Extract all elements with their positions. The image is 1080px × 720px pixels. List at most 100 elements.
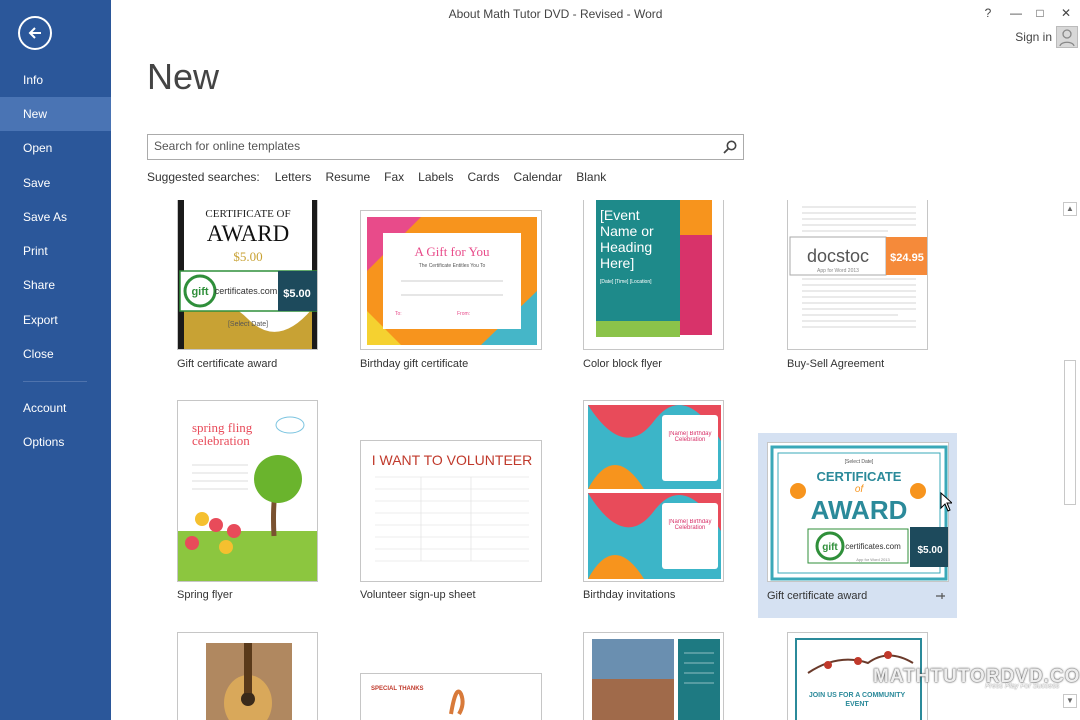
gallery-scrollbar[interactable]: ▲ ▼	[1063, 200, 1077, 720]
thumb-text-brand: docstoc	[807, 246, 869, 266]
thumb-text-badge: certificates.com	[845, 542, 901, 551]
template-label: Birthday invitations	[583, 589, 676, 601]
template-label: Volunteer sign-up sheet	[360, 589, 476, 601]
thumb-text-line3: AWARD	[811, 495, 908, 525]
search-input[interactable]	[154, 139, 714, 153]
thumb-text-heading: [Event Name or Heading Here]	[600, 207, 654, 271]
word-backstage: Info New Open Save Save As Print Share E…	[0, 0, 1080, 720]
template-tile[interactable]: SPECIAL THANKS	[360, 673, 544, 720]
suggestion-labels[interactable]: Labels	[418, 170, 453, 184]
thumb-text-logo: gift	[822, 542, 838, 553]
sidebar-item-info[interactable]: Info	[0, 63, 111, 97]
volunteer-sheet-thumbnail-art: I WANT TO VOLUNTEER	[372, 452, 533, 562]
scroll-up-button[interactable]: ▲	[1063, 202, 1077, 216]
sidebar-item-share[interactable]: Share	[0, 268, 111, 302]
sidebar-item-close[interactable]: Close	[0, 337, 111, 371]
sidebar-item-save[interactable]: Save	[0, 166, 111, 200]
template-thumbnail: I WANT TO VOLUNTEER	[360, 440, 542, 582]
template-label: Buy-Sell Agreement	[787, 358, 885, 370]
thumb-text-line2: of	[855, 484, 865, 495]
template-tile-selected[interactable]: [Select Date] CERTIFICATE of AWARD gift …	[758, 433, 957, 618]
template-tile[interactable]: CERTIFICATE OF AWARD $5.00 gift certific…	[177, 200, 319, 380]
scroll-thumb[interactable]	[1064, 360, 1076, 505]
sidebar-item-export[interactable]: Export	[0, 303, 111, 337]
sidebar-item-new[interactable]: New	[0, 97, 111, 131]
thumb-text-price: $5.00	[233, 249, 262, 264]
template-tile[interactable]: [Name] Birthday Celebration [Name] Birth…	[583, 400, 725, 610]
template-thumbnail	[583, 632, 724, 720]
thumb-text-price: $5.00	[917, 545, 942, 556]
suggested-searches-label: Suggested searches:	[147, 170, 260, 184]
backstage-sidebar: Info New Open Save Save As Print Share E…	[0, 0, 111, 720]
sidebar-item-save-as[interactable]: Save As	[0, 200, 111, 234]
thumb-text-line2: AWARD	[207, 221, 290, 246]
thumb-text-to: To:	[395, 311, 402, 317]
sidebar-item-account[interactable]: Account	[0, 391, 111, 425]
suggestion-fax[interactable]: Fax	[384, 170, 404, 184]
sidebar-item-print[interactable]: Print	[0, 234, 111, 268]
pin-icon[interactable]	[934, 590, 946, 602]
user-icon	[1059, 29, 1075, 47]
watermark-tagline: Press Play For Success	[985, 683, 1060, 690]
template-label: Spring flyer	[177, 589, 233, 601]
minimize-button[interactable]: —	[1009, 6, 1023, 20]
buy-sell-agreement-thumbnail-art: docstoc App for Word 2013 $24.95	[789, 206, 927, 328]
window-title: About Math Tutor DVD - Revised - Word	[448, 7, 663, 21]
birthday-invitations-thumbnail-art: [Name] Birthday Celebration [Name] Birth…	[588, 405, 721, 579]
thumb-text-badge: certificates.com	[215, 286, 278, 296]
thumb-text-details: [Date] [Time] [Location]	[600, 279, 652, 285]
search-icon[interactable]	[722, 139, 738, 155]
template-gallery: CERTIFICATE OF AWARD $5.00 gift certific…	[111, 200, 1061, 720]
scroll-down-button[interactable]: ▼	[1063, 694, 1077, 708]
template-thumbnail	[177, 632, 318, 720]
sidebar-item-options[interactable]: Options	[0, 425, 111, 459]
suggestion-blank[interactable]: Blank	[576, 170, 606, 184]
template-thumbnail: docstoc App for Word 2013 $24.95	[787, 200, 928, 350]
search-box	[147, 134, 744, 160]
template-tile[interactable]	[583, 632, 725, 720]
avatar[interactable]	[1056, 26, 1078, 48]
template-thumbnail: SPECIAL THANKS	[360, 673, 542, 720]
thumb-text-sub: App for Word 2013	[817, 268, 859, 274]
certificate-award-thumbnail-art: [Select Date] CERTIFICATE of AWARD gift …	[770, 445, 948, 581]
thumb-text-sub: App for Word 2013	[856, 557, 890, 562]
back-button[interactable]	[18, 16, 52, 50]
template-thumbnail: A Gift for You The Certificate Entitles …	[360, 210, 542, 350]
template-tile[interactable]: spring fling celebration Spring flyer	[177, 400, 319, 610]
help-button[interactable]: ?	[981, 6, 995, 20]
sidebar-item-open[interactable]: Open	[0, 131, 111, 165]
template-tile[interactable]	[177, 632, 319, 720]
title-bar: About Math Tutor DVD - Revised - Word	[111, 0, 1080, 28]
close-button[interactable]: ✕	[1059, 6, 1073, 20]
suggested-searches: Suggested searches: Letters Resume Fax L…	[147, 170, 620, 184]
template-thumbnail: [Select Date] CERTIFICATE of AWARD gift …	[767, 442, 949, 582]
template-tile[interactable]: [Event Name or Heading Here] [Date] [Tim…	[583, 200, 725, 380]
thumb-text-title: SPECIAL THANKS	[371, 686, 424, 692]
thumb-text-title: I WANT TO VOLUNTEER	[372, 452, 533, 468]
thumb-text-sub: The Certificate Entitles You To	[419, 263, 486, 269]
template-thumbnail: CERTIFICATE OF AWARD $5.00 gift certific…	[177, 200, 318, 350]
template-thumbnail: [Event Name or Heading Here] [Date] [Tim…	[583, 200, 724, 350]
suggestion-cards[interactable]: Cards	[468, 170, 500, 184]
event-photo-thumbnail-art	[592, 639, 720, 720]
thumb-text-price: $24.95	[890, 252, 924, 264]
thumb-text-line1: CERTIFICATE	[817, 469, 902, 484]
template-tile[interactable]: I WANT TO VOLUNTEER Volunteer sign-up sh…	[360, 400, 544, 610]
guitar-thumbnail-art	[206, 643, 292, 720]
template-tile[interactable]: docstoc App for Word 2013 $24.95 Buy-Sel…	[787, 200, 929, 380]
suggestion-resume[interactable]: Resume	[325, 170, 370, 184]
suggestion-letters[interactable]: Letters	[275, 170, 312, 184]
template-thumbnail: spring fling celebration	[177, 400, 318, 582]
maximize-button[interactable]: □	[1033, 6, 1047, 20]
page-title: New	[147, 56, 220, 97]
template-tile[interactable]: A Gift for You The Certificate Entitles …	[360, 200, 544, 380]
template-label: Color block flyer	[583, 358, 662, 370]
suggestion-calendar[interactable]: Calendar	[514, 170, 563, 184]
template-label: Gift certificate award	[767, 590, 868, 602]
birthday-certificate-thumbnail-art: A Gift for You The Certificate Entitles …	[367, 217, 537, 345]
sidebar-divider	[23, 381, 87, 382]
thumb-text-badge-price: $5.00	[283, 288, 311, 300]
sign-in-link[interactable]: Sign in	[1015, 30, 1052, 44]
special-thanks-thumbnail-art: SPECIAL THANKS	[371, 686, 465, 716]
thumb-text-title: spring fling celebration	[192, 421, 253, 448]
